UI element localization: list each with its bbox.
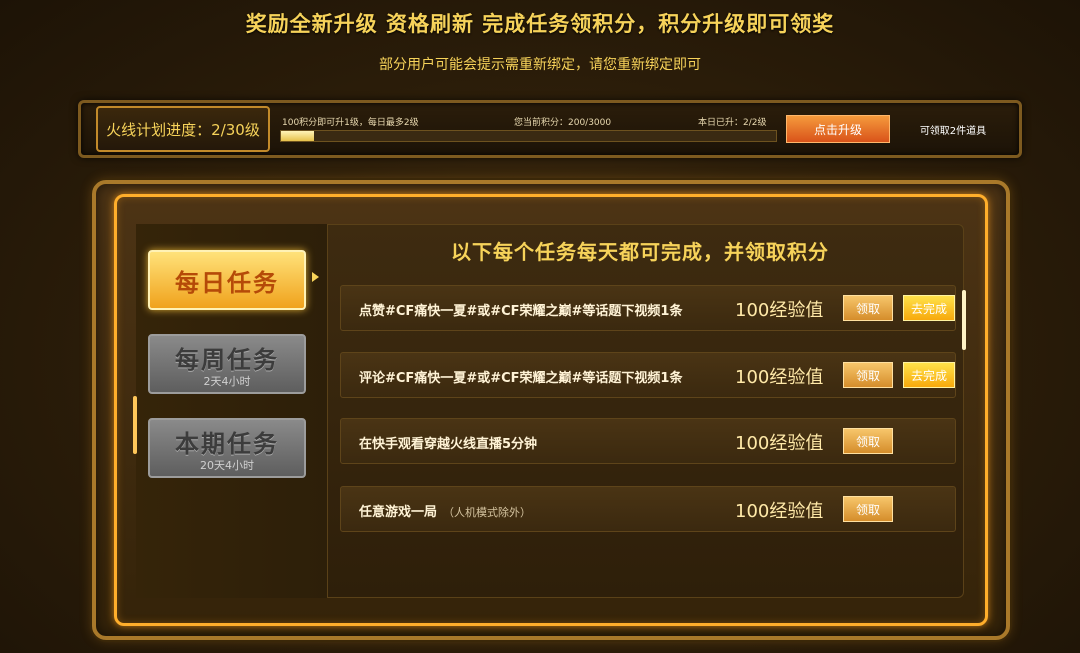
task-list-scrollbar[interactable]	[962, 290, 966, 350]
task-text: 任意游戏一局 （人机模式除外）	[359, 505, 532, 520]
claim-button[interactable]: 领取	[843, 428, 893, 454]
claim-button[interactable]: 领取	[843, 496, 893, 522]
task-reward: 100经验值	[735, 433, 824, 454]
tab-period-countdown: 20天4小时	[200, 458, 254, 472]
task-row: 任意游戏一局 （人机模式除外） 100经验值 领取	[340, 486, 956, 532]
task-reward: 100经验值	[735, 501, 824, 522]
tab-period-tasks[interactable]: 本期任务 20天4小时	[148, 418, 306, 478]
page-headline: 奖励全新升级 资格刷新 完成任务领积分，积分升级即可领奖	[245, 12, 835, 36]
progress-bar-fill	[281, 131, 315, 141]
task-row: 点赞#CF痛快一夏#或#CF荣耀之巅#等话题下视频1条 100经验值 领取 去完…	[340, 285, 956, 331]
claim-button[interactable]: 领取	[843, 295, 893, 321]
claim-button[interactable]: 领取	[843, 362, 893, 388]
task-list-title: 以下每个任务每天都可完成，并领取积分	[451, 240, 829, 264]
tab-daily-title: 每日任务	[175, 268, 279, 297]
go-complete-button[interactable]: 去完成	[903, 362, 955, 388]
page-subline: 部分用户可能会提示需重新绑定，请您重新绑定即可	[379, 57, 701, 73]
task-text: 在快手观看穿越火线直播5分钟	[359, 437, 538, 452]
active-tab-arrow-icon	[312, 272, 319, 282]
go-complete-button[interactable]: 去完成	[903, 295, 955, 321]
tab-period-title: 本期任务	[175, 429, 279, 458]
task-note: （人机模式除外）	[443, 506, 532, 519]
tab-daily-tasks[interactable]: 每日任务	[148, 250, 306, 310]
task-row: 评论#CF痛快一夏#或#CF荣耀之巅#等话题下视频1条 100经验值 领取 去完…	[340, 352, 956, 398]
task-reward: 100经验值	[735, 300, 824, 321]
task-row: 在快手观看穿越火线直播5分钟 100经验值 领取	[340, 418, 956, 464]
task-text: 点赞#CF痛快一夏#或#CF荣耀之巅#等话题下视频1条	[359, 304, 683, 319]
sidebar-scrollbar[interactable]	[133, 396, 137, 454]
task-text: 评论#CF痛快一夏#或#CF荣耀之巅#等话题下视频1条	[359, 371, 683, 386]
today-upgrade-text: 本日已升：2/2级	[698, 118, 767, 128]
progress-level-label: 火线计划进度：2/30级	[96, 106, 270, 152]
task-reward: 100经验值	[735, 367, 824, 388]
upgrade-button[interactable]: 点击升级	[786, 115, 890, 143]
claimable-items-text: 可领取2件道具	[919, 125, 987, 137]
current-points-text: 您当前积分：200/3000	[514, 118, 612, 128]
progress-bar	[280, 130, 777, 142]
progress-rule-text: 100积分即可升1级，每日最多2级	[282, 118, 419, 128]
tab-weekly-countdown: 2天4小时	[203, 374, 251, 388]
tab-weekly-title: 每周任务	[175, 345, 279, 374]
tab-weekly-tasks[interactable]: 每周任务 2天4小时	[148, 334, 306, 394]
